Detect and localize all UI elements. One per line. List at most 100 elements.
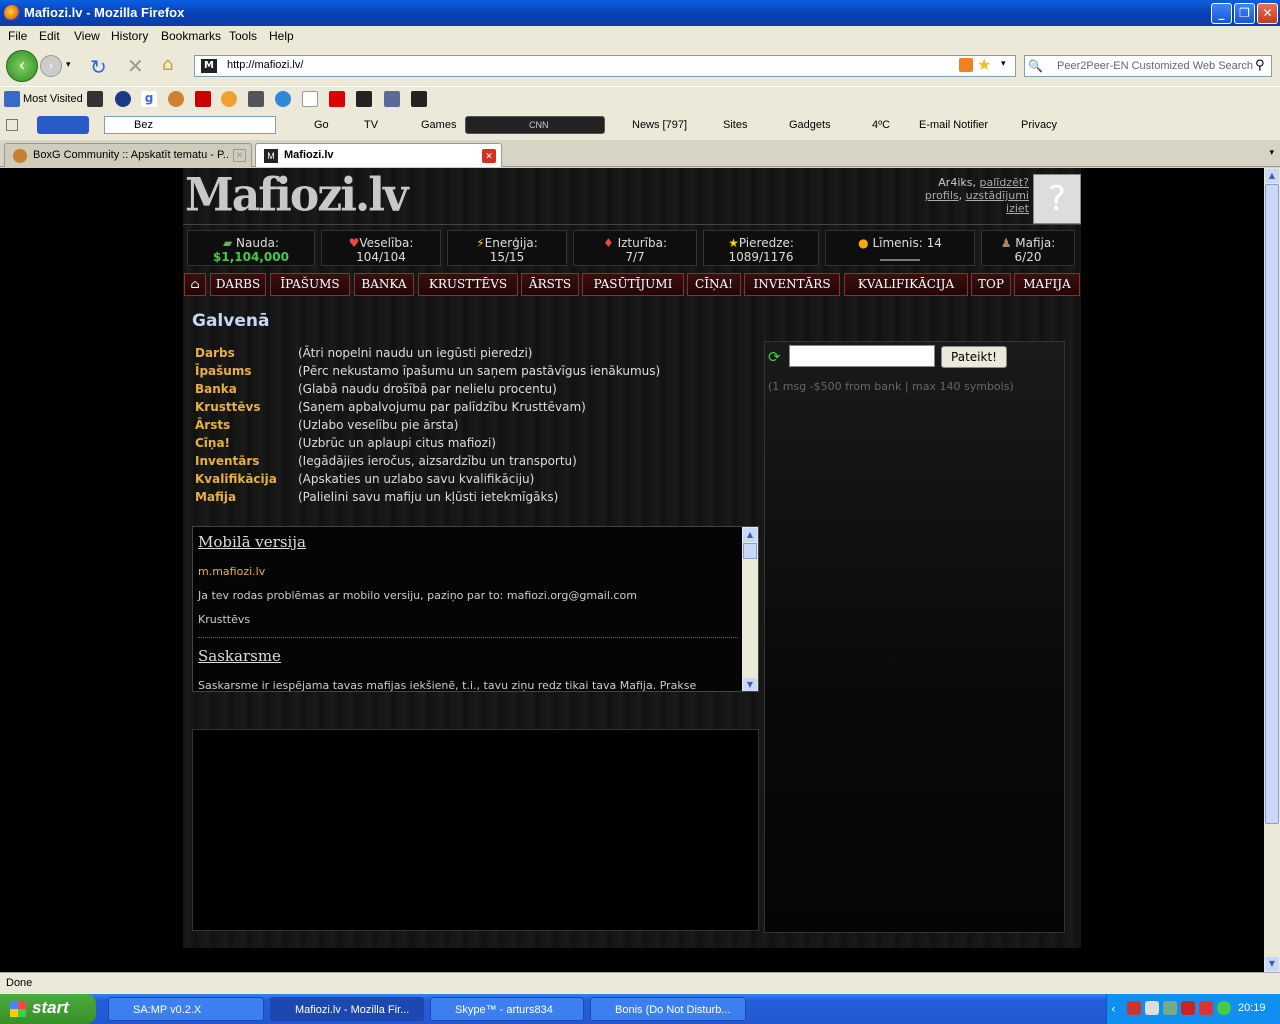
- scroll-up-icon[interactable]: ▲: [1265, 169, 1279, 183]
- bookmark-page-icon[interactable]: [302, 91, 318, 107]
- nav-kvalifikacija[interactable]: KVALIFIKĀCIJA: [844, 273, 968, 296]
- bookmark-blue-icon[interactable]: [275, 91, 291, 107]
- taskbar-item-skype[interactable]: Skype™ - arturs834: [430, 997, 584, 1021]
- bookmark-ag-icon[interactable]: [384, 91, 400, 107]
- taskbar-item-firefox[interactable]: Mafiozi.lv - Mozilla Fir...: [270, 997, 424, 1021]
- profile-link[interactable]: profils: [925, 189, 959, 202]
- toolbar-games-button[interactable]: Games: [421, 119, 456, 131]
- bookmark-star-icon[interactable]: ★: [977, 55, 991, 74]
- menu-history[interactable]: History: [111, 29, 148, 43]
- tab-close-icon[interactable]: ✕: [482, 149, 496, 163]
- tab-list-icon[interactable]: ▾: [1269, 148, 1274, 158]
- search-box[interactable]: 🔍 Peer2Peer-EN Customized Web Search ⚲: [1024, 55, 1272, 77]
- back-button[interactable]: ‹: [6, 50, 38, 82]
- tab-close-icon[interactable]: ✕: [233, 149, 246, 162]
- reload-icon[interactable]: ↻: [90, 55, 107, 79]
- toolbar-weather[interactable]: 4ºC: [872, 119, 890, 131]
- stop-icon[interactable]: ✕: [127, 54, 144, 78]
- scroll-down-icon[interactable]: ▼: [743, 678, 757, 691]
- start-button[interactable]: start: [0, 994, 96, 1024]
- news-scrollbar[interactable]: ▲ ▼: [742, 527, 758, 691]
- refresh-icon[interactable]: ⟳: [768, 348, 781, 366]
- url-bar[interactable]: M http://mafiozi.lv/ ★ ▾: [194, 55, 1016, 77]
- help-link[interactable]: palīdzēt?: [979, 176, 1029, 189]
- menu-edit[interactable]: Edit: [39, 29, 60, 43]
- bookmark-dng-icon[interactable]: [248, 91, 264, 107]
- title-bar[interactable]: Mafiozi.lv - Mozilla Firefox _ ❐ ✕: [0, 0, 1280, 26]
- tray-app-icon[interactable]: [1145, 1001, 1159, 1015]
- nav-darbs[interactable]: DARBS: [210, 273, 266, 296]
- tray-app-icon[interactable]: [1163, 1001, 1177, 1015]
- section-link[interactable]: Cīņa!: [195, 436, 230, 450]
- section-link[interactable]: Krusttēvs: [195, 400, 260, 414]
- toolbar-tv-button[interactable]: TV: [364, 119, 378, 131]
- tray-app-icon[interactable]: [1127, 1001, 1141, 1015]
- rss-icon[interactable]: [959, 58, 973, 72]
- tray-app-icon[interactable]: [1199, 1001, 1213, 1015]
- toolbar-news-button[interactable]: News [797]: [632, 119, 687, 131]
- scroll-down-icon[interactable]: ▼: [1265, 957, 1279, 971]
- nav-arsts[interactable]: ĀRSTS: [521, 273, 579, 296]
- tray-expand-icon[interactable]: ‹: [1111, 1002, 1116, 1016]
- bookmark-youtube-icon[interactable]: [195, 91, 211, 107]
- nav-cina[interactable]: CĪŅA!: [687, 273, 741, 296]
- menu-view[interactable]: View: [74, 29, 100, 43]
- forward-button[interactable]: ›: [40, 55, 62, 77]
- bookmark-red-icon[interactable]: [329, 91, 345, 107]
- nav-krusttevs[interactable]: KRUSTTĒVS: [418, 273, 518, 296]
- scroll-thumb[interactable]: [1265, 184, 1279, 824]
- menu-tools[interactable]: Tools: [229, 29, 257, 43]
- section-link[interactable]: Inventārs: [195, 454, 259, 468]
- scroll-thumb[interactable]: [743, 543, 757, 559]
- search-go-icon[interactable]: ⚲: [1255, 58, 1265, 73]
- menu-help[interactable]: Help: [269, 29, 294, 43]
- nav-top[interactable]: TOP: [971, 273, 1011, 296]
- search-engine-icon[interactable]: 🔍: [1028, 59, 1043, 73]
- minimize-button[interactable]: _: [1211, 3, 1232, 24]
- bookmark-google-icon[interactable]: g: [141, 91, 157, 107]
- tray-skype-icon[interactable]: [1217, 1001, 1231, 1015]
- tab-mafiozi[interactable]: M Mafiozi.lv ✕: [255, 143, 502, 167]
- nav-mafija[interactable]: MAFIJA: [1014, 273, 1080, 296]
- history-dropdown-icon[interactable]: ▾: [66, 60, 71, 70]
- toolbar-email-notifier[interactable]: E-mail Notifier: [919, 119, 988, 131]
- toolbar-go-button[interactable]: Go: [314, 119, 329, 131]
- avatar[interactable]: ?: [1033, 174, 1081, 224]
- menu-file[interactable]: File: [8, 29, 27, 43]
- news-heading[interactable]: Saskarsme: [198, 647, 281, 665]
- nav-pasutijumi[interactable]: PASŪTĪJUMI: [582, 273, 684, 296]
- p2p-logo[interactable]: [37, 116, 89, 134]
- scroll-up-icon[interactable]: ▲: [743, 528, 757, 542]
- bookmark-hand-icon[interactable]: [221, 91, 237, 107]
- tab-boxg[interactable]: BoxG Community :: Apskatīt tematu - P...…: [4, 143, 252, 167]
- section-link[interactable]: Īpašums: [195, 364, 251, 378]
- shout-button[interactable]: Pateikt!: [941, 346, 1007, 368]
- toolbar-search-field[interactable]: [104, 116, 276, 134]
- toolbar-sites-button[interactable]: Sites: [723, 119, 747, 131]
- nav-home-button[interactable]: ⌂: [184, 273, 206, 296]
- close-button[interactable]: ✕: [1257, 3, 1278, 24]
- toolbar-privacy-button[interactable]: Privacy: [1021, 119, 1057, 131]
- page-scrollbar[interactable]: ▲ ▼: [1264, 168, 1280, 972]
- url-dropdown-icon[interactable]: ▾: [1001, 59, 1006, 69]
- section-link[interactable]: Kvalifikācija: [195, 472, 277, 486]
- nav-banka[interactable]: BANKA: [354, 273, 414, 296]
- tray-app-icon[interactable]: [1181, 1001, 1195, 1015]
- bookmark-w-icon[interactable]: [411, 91, 427, 107]
- settings-link[interactable]: uzstādījumi: [966, 189, 1029, 202]
- restore-button[interactable]: ❐: [1234, 3, 1255, 24]
- nav-ipasums[interactable]: ĪPAŠUMS: [270, 273, 350, 296]
- section-link[interactable]: Darbs: [195, 346, 235, 360]
- logout-link[interactable]: iziet: [1006, 202, 1029, 215]
- bookmark-c-icon[interactable]: [168, 91, 184, 107]
- bookmark-m-icon[interactable]: [356, 91, 372, 107]
- shout-input[interactable]: [789, 345, 935, 367]
- news-heading[interactable]: Mobilā versija: [198, 533, 306, 551]
- news-link[interactable]: m.mafiozi.lv: [198, 565, 265, 578]
- section-link[interactable]: Mafija: [195, 490, 236, 504]
- taskbar-item-samp[interactable]: SA:MP v0.2.X: [108, 997, 264, 1021]
- menu-bookmarks[interactable]: Bookmarks: [161, 29, 221, 43]
- toolbar-menu-icon[interactable]: [6, 119, 18, 131]
- bookmark-globe-icon[interactable]: [115, 91, 131, 107]
- taskbar-item-skype-chat[interactable]: Bonis (Do Not Disturb...: [590, 997, 746, 1021]
